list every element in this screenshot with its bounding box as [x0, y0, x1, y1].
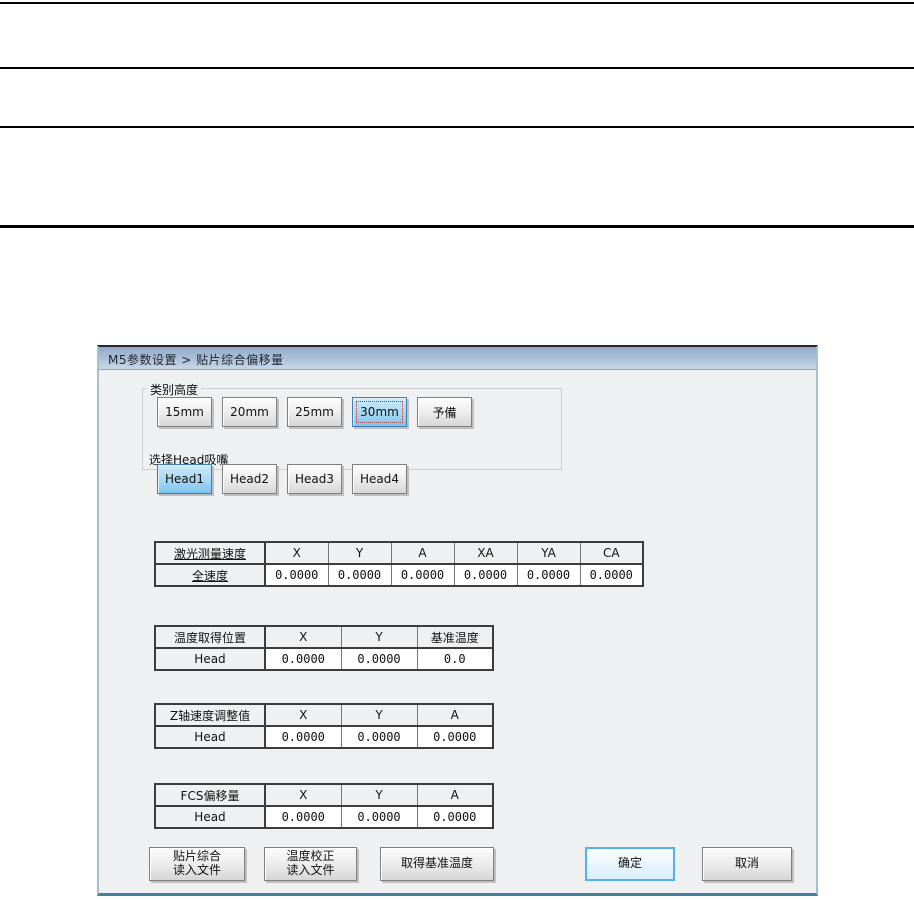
- ok-button[interactable]: 确定: [585, 847, 675, 881]
- get-base-temperature-button[interactable]: 取得基准温度: [380, 847, 494, 881]
- column-header: 基准温度: [416, 625, 494, 649]
- table-header-row: 温度取得位置 X Y 基准温度: [154, 625, 494, 649]
- row-label-cell: Head: [154, 805, 266, 829]
- table-row: Head 0.0000 0.0000 0.0000: [154, 725, 494, 749]
- head-button-1-selected[interactable]: Head1: [157, 464, 212, 494]
- column-header: A: [390, 541, 455, 565]
- column-header: Y: [327, 541, 392, 565]
- value-cell[interactable]: 0.0000: [416, 805, 494, 829]
- table-zaxis-speed-adjust: Z轴速度调整值 X Y A Head 0.0000 0.0000 0.0000: [154, 703, 494, 749]
- height-button-20mm[interactable]: 20mm: [222, 397, 277, 427]
- group-height-label: 类别高度: [147, 381, 202, 398]
- load-temp-correction-file-button[interactable]: 温度校正 读入文件: [264, 847, 357, 881]
- table-laser-measure-speed: 激光测量速度 X Y A XA YA CA 全速度 0.0000 0.0000 …: [154, 541, 644, 587]
- table-temp-position: 温度取得位置 X Y 基准温度 Head 0.0000 0.0000 0.0: [154, 625, 494, 671]
- dialog-title: M5参数设置 > 贴片综合偏移量: [108, 353, 284, 367]
- column-header: X: [264, 783, 342, 807]
- column-header: A: [416, 703, 494, 727]
- value-cell[interactable]: 0.0000: [340, 647, 418, 671]
- row-label-cell: 全速度: [154, 563, 266, 587]
- height-button-spare[interactable]: 予備: [417, 397, 472, 427]
- dialog-m5-parameter-settings: M5参数设置 > 贴片综合偏移量 类别高度 15mm 20mm 25mm 30m…: [97, 345, 818, 896]
- table-header-row: 激光测量速度 X Y A XA YA CA: [154, 541, 644, 565]
- head-button-4[interactable]: Head4: [352, 464, 407, 494]
- load-placement-file-button[interactable]: 贴片综合 读入文件: [149, 847, 245, 881]
- table-title-cell: Z轴速度调整值: [154, 703, 266, 727]
- height-button-15mm[interactable]: 15mm: [157, 397, 212, 427]
- horizontal-rule: [0, 225, 914, 228]
- table-header-row: Z轴速度调整值 X Y A: [154, 703, 494, 727]
- value-cell[interactable]: 0.0000: [453, 563, 518, 587]
- column-header: Y: [340, 703, 418, 727]
- value-cell[interactable]: 0.0000: [340, 725, 418, 749]
- value-cell[interactable]: 0.0000: [516, 563, 581, 587]
- value-cell[interactable]: 0.0000: [327, 563, 392, 587]
- table-fcs-offset: FCS偏移量 X Y A Head 0.0000 0.0000 0.0000: [154, 783, 494, 829]
- document-page: M5参数设置 > 贴片综合偏移量 类别高度 15mm 20mm 25mm 30m…: [0, 0, 914, 900]
- column-header: Y: [340, 783, 418, 807]
- cancel-button[interactable]: 取消: [702, 847, 792, 881]
- column-header: X: [264, 625, 342, 649]
- table-row: Head 0.0000 0.0000 0.0: [154, 647, 494, 671]
- value-cell[interactable]: 0.0000: [264, 647, 342, 671]
- value-cell[interactable]: 0.0000: [416, 725, 494, 749]
- horizontal-rule: [0, 126, 914, 128]
- value-cell[interactable]: 0.0000: [390, 563, 455, 587]
- height-button-30mm-selected[interactable]: 30mm: [352, 397, 407, 427]
- height-button-25mm[interactable]: 25mm: [287, 397, 342, 427]
- table-header-row: FCS偏移量 X Y A: [154, 783, 494, 807]
- column-header: X: [264, 703, 342, 727]
- horizontal-rule: [0, 2, 914, 4]
- dialog-titlebar: M5参数设置 > 贴片综合偏移量: [99, 347, 816, 370]
- head-button-2[interactable]: Head2: [222, 464, 277, 494]
- dialog-body: 类别高度 15mm 20mm 25mm 30mm 予備 选择Head吸嘴 Hea…: [99, 370, 816, 893]
- value-cell[interactable]: 0.0000: [264, 725, 342, 749]
- value-cell[interactable]: 0.0: [416, 647, 494, 671]
- value-cell[interactable]: 0.0000: [579, 563, 644, 587]
- value-cell[interactable]: 0.0000: [264, 563, 329, 587]
- column-header: A: [416, 783, 494, 807]
- row-label-cell: Head: [154, 725, 266, 749]
- horizontal-rule: [0, 67, 914, 69]
- column-header: CA: [579, 541, 644, 565]
- table-title-cell: FCS偏移量: [154, 783, 266, 807]
- value-cell[interactable]: 0.0000: [340, 805, 418, 829]
- row-label-cell: Head: [154, 647, 266, 671]
- table-title-cell: 温度取得位置: [154, 625, 266, 649]
- table-row: 全速度 0.0000 0.0000 0.0000 0.0000 0.0000 0…: [154, 563, 644, 587]
- value-cell[interactable]: 0.0000: [264, 805, 342, 829]
- column-header: Y: [340, 625, 418, 649]
- head-button-3[interactable]: Head3: [287, 464, 342, 494]
- column-header: X: [264, 541, 329, 565]
- table-row: Head 0.0000 0.0000 0.0000: [154, 805, 494, 829]
- table-title-cell: 激光测量速度: [154, 541, 266, 565]
- column-header: YA: [516, 541, 581, 565]
- column-header: XA: [453, 541, 518, 565]
